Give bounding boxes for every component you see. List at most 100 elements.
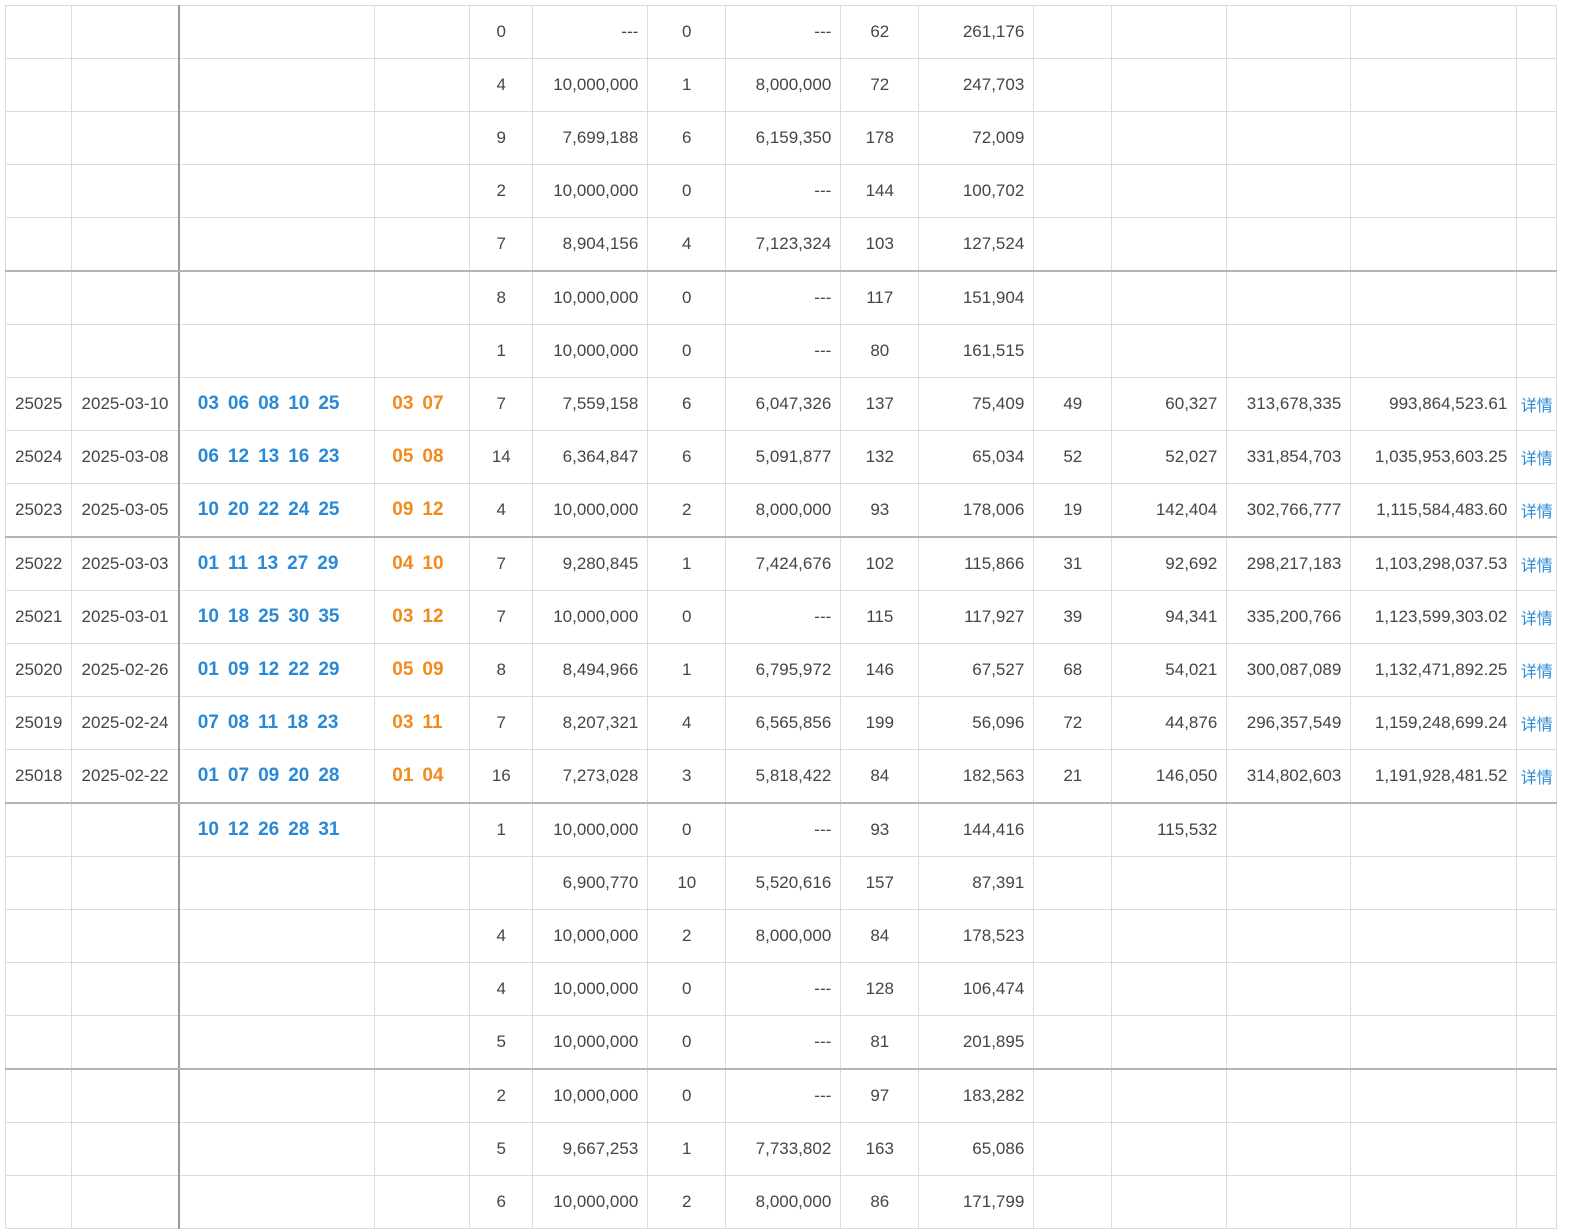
draw-date: 2025-03-03 — [81, 554, 169, 573]
front-balls-cell — [177, 1015, 376, 1070]
issue-number-cell — [4, 58, 73, 112]
front-ball: 11 — [258, 712, 279, 733]
prize-pool-cell — [1350, 217, 1518, 272]
third-prize-count-cell: 146 — [840, 643, 920, 697]
third-prize-count-cell: 132 — [840, 430, 920, 484]
draw-date-cell: 2025-03-03 — [71, 536, 180, 591]
detail-link[interactable]: 详情 — [1521, 504, 1553, 521]
second-prize-count-cell: 1 — [647, 536, 727, 591]
third-prize-amount-cell: 65,086 — [918, 1122, 1035, 1176]
second-prize-amount: 6,159,350 — [755, 128, 832, 147]
prize-pool: 1,132,471,892.25 — [1374, 660, 1508, 679]
back-ball: 09 — [392, 499, 414, 520]
back-balls-cell — [374, 111, 471, 165]
second-prize-amount: --- — [814, 820, 832, 839]
third-prize-count-cell: 163 — [840, 1122, 920, 1176]
front-balls-cell: 10 20 22 24 25 — [177, 483, 376, 538]
table-row: 2 10,000,000 0 --- 144 100,702 — [4, 164, 1558, 218]
second-prize-amount-cell: 5,818,422 — [725, 749, 842, 804]
table-row: 8 10,000,000 0 --- 117 151,904 — [4, 270, 1558, 325]
table-row: 5 9,667,253 1 7,733,802 163 65,086 — [4, 1122, 1558, 1176]
sales-total-cell — [1226, 217, 1352, 272]
fourth-prize-amount-cell — [1111, 909, 1228, 963]
second-prize-amount-cell: 8,000,000 — [725, 909, 842, 963]
fourth-prize-count-cell — [1033, 1068, 1113, 1123]
first-prize-count-cell: 2 — [469, 1068, 534, 1123]
second-prize-count: 0 — [682, 820, 692, 839]
front-ball: 28 — [288, 819, 310, 840]
issue-number-cell — [4, 962, 73, 1016]
prize-pool: 1,191,928,481.52 — [1374, 766, 1508, 785]
detail-link[interactable]: 详情 — [1521, 664, 1553, 681]
issue-number-cell — [4, 5, 73, 59]
first-prize-count: 5 — [496, 1032, 507, 1051]
second-prize-amount-cell: --- — [725, 590, 842, 644]
third-prize-amount: 56,096 — [972, 713, 1025, 732]
second-prize-count: 6 — [682, 128, 692, 147]
first-prize-amount: 10,000,000 — [553, 75, 639, 94]
back-ball: 12 — [422, 606, 444, 627]
fourth-prize-count-cell: 31 — [1033, 536, 1113, 591]
table-row: 25023 2025-03-05 10 20 22 24 25 09 12 4 10,000,000… — [4, 483, 1558, 538]
detail-link[interactable]: 详情 — [1521, 717, 1553, 734]
first-prize-amount-cell: 10,000,000 — [532, 164, 649, 218]
back-balls-cell — [374, 58, 471, 112]
first-prize-amount: 10,000,000 — [553, 1032, 639, 1051]
second-prize-count: 0 — [682, 22, 692, 41]
sales-total: 314,802,603 — [1246, 766, 1342, 785]
fourth-prize-count-cell: 21 — [1033, 749, 1113, 804]
sales-total-cell: 302,766,777 — [1226, 483, 1352, 538]
second-prize-count-cell: 6 — [647, 377, 727, 431]
front-ball: 01 — [197, 765, 219, 786]
prize-pool-cell — [1350, 1122, 1518, 1176]
detail-link[interactable]: 详情 — [1521, 558, 1553, 575]
front-balls-cell — [177, 962, 376, 1016]
front-ball: 12 — [227, 446, 250, 467]
table-row: 25024 2025-03-08 06 12 13 16 23 05 08 14 6,364,847… — [4, 430, 1558, 484]
detail-link[interactable]: 详情 — [1521, 770, 1553, 787]
front-ball: 30 — [288, 606, 310, 627]
detail-link[interactable]: 详情 — [1521, 611, 1553, 628]
second-prize-amount-cell: --- — [725, 324, 842, 378]
draw-date: 2025-03-05 — [81, 500, 169, 519]
prize-pool: 1,035,953,603.25 — [1374, 447, 1508, 466]
sales-total-cell — [1226, 1175, 1352, 1229]
second-prize-amount-cell: 6,047,326 — [725, 377, 842, 431]
sales-total: 313,678,335 — [1246, 394, 1342, 413]
second-prize-count-cell: 0 — [647, 5, 727, 59]
fourth-prize-amount: 54,021 — [1165, 660, 1218, 679]
second-prize-amount-cell: 6,159,350 — [725, 111, 842, 165]
third-prize-amount: 65,086 — [972, 1139, 1025, 1158]
first-prize-count: 1 — [496, 341, 507, 360]
fourth-prize-amount-cell: 146,050 — [1111, 749, 1228, 804]
third-prize-amount-cell: 247,703 — [918, 58, 1035, 112]
prize-pool-cell: 1,115,584,483.60 — [1350, 483, 1518, 538]
prize-pool-cell — [1350, 909, 1518, 963]
detail-link[interactable]: 详情 — [1521, 398, 1553, 415]
draw-date-cell — [71, 217, 180, 272]
front-balls-cell: 01 07 09 20 28 — [177, 749, 376, 804]
detail-link[interactable]: 详情 — [1521, 451, 1553, 468]
detail-cell: 详情 — [1516, 430, 1558, 484]
third-prize-count: 132 — [865, 447, 894, 466]
prize-pool-cell — [1350, 164, 1518, 218]
front-ball: 13 — [258, 446, 280, 467]
table-row: 2 10,000,000 0 --- 97 183,282 — [4, 1068, 1558, 1123]
detail-cell: 详情 — [1516, 749, 1558, 804]
front-ball: 20 — [227, 499, 250, 520]
first-prize-amount-cell: 6,900,770 — [532, 856, 649, 910]
second-prize-amount-cell: 5,520,616 — [725, 856, 842, 910]
front-balls-cell — [177, 1175, 376, 1229]
third-prize-amount: 75,409 — [972, 394, 1025, 413]
first-prize-count-cell: 6 — [469, 1175, 534, 1229]
second-prize-count: 3 — [682, 766, 692, 785]
table-row: 25019 2025-02-24 07 08 11 18 23 03 11 7 8,207,321 4… — [4, 696, 1558, 750]
sales-total: 302,766,777 — [1246, 500, 1342, 519]
second-prize-count: 1 — [682, 554, 692, 573]
second-prize-count: 0 — [682, 341, 692, 360]
first-prize-amount-cell: 10,000,000 — [532, 270, 649, 325]
third-prize-count: 157 — [865, 873, 894, 892]
second-prize-count: 1 — [682, 1139, 692, 1158]
prize-pool-cell — [1350, 5, 1518, 59]
first-prize-amount: 8,207,321 — [562, 713, 639, 732]
